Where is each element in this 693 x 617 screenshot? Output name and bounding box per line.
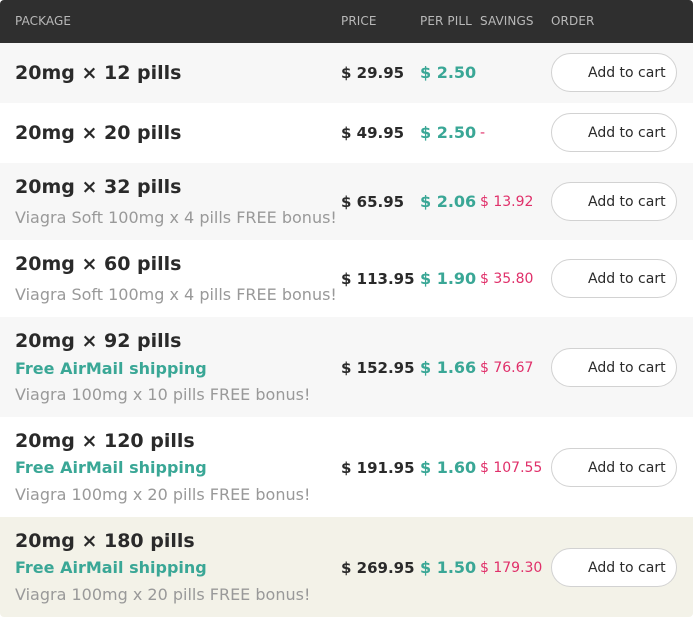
table-row: 20mg × 180 pills Free AirMail shipping V…: [0, 517, 693, 617]
add-to-cart-button[interactable]: Add to cart: [551, 348, 677, 387]
table-row: 20mg × 20 pills $ 49.95 $ 2.50 - Add to …: [0, 103, 693, 163]
price-value: $ 49.95: [341, 124, 405, 142]
bonus-text: Viagra Soft 100mg x 4 pills FREE bonus!: [15, 208, 337, 227]
savings-value: $ 179.30: [480, 560, 543, 576]
table-row: 20mg × 120 pills Free AirMail shipping V…: [0, 417, 693, 517]
header-per-pill: PER PILL: [420, 14, 472, 28]
table-row: 20mg × 92 pills Free AirMail shipping Vi…: [0, 317, 693, 417]
per-pill-value: $ 2.50: [420, 63, 477, 82]
table-row: 20mg × 60 pills Viagra Soft 100mg x 4 pi…: [0, 240, 693, 317]
table-row: 20mg × 32 pills Viagra Soft 100mg x 4 pi…: [0, 163, 693, 240]
savings-value: -: [480, 125, 486, 141]
package-title: 20mg × 12 pills: [15, 62, 182, 84]
header-savings: SAVINGS: [480, 14, 534, 28]
package-title: 20mg × 60 pills: [15, 253, 182, 275]
price-value: $ 29.95: [341, 64, 405, 82]
table-header: PACKAGE PRICE PER PILL SAVINGS ORDER: [0, 0, 693, 43]
shipping-text: Free AirMail shipping: [15, 558, 207, 577]
package-title: 20mg × 92 pills: [15, 330, 182, 352]
price-value: $ 152.95: [341, 359, 415, 377]
bonus-text: Viagra 100mg x 20 pills FREE bonus!: [15, 585, 311, 604]
price-value: $ 65.95: [341, 193, 405, 211]
shipping-text: Free AirMail shipping: [15, 359, 207, 378]
table-row: 20mg × 12 pills $ 29.95 $ 2.50 Add to ca…: [0, 43, 693, 103]
package-title: 20mg × 180 pills: [15, 530, 195, 552]
add-to-cart-button[interactable]: Add to cart: [551, 182, 677, 221]
price-value: $ 113.95: [341, 270, 415, 288]
package-title: 20mg × 20 pills: [15, 122, 182, 144]
bonus-text: Viagra 100mg x 10 pills FREE bonus!: [15, 385, 311, 404]
savings-value: $ 35.80: [480, 271, 534, 287]
add-to-cart-button[interactable]: Add to cart: [551, 448, 677, 487]
savings-value: $ 107.55: [480, 460, 543, 476]
add-to-cart-button[interactable]: Add to cart: [551, 113, 677, 152]
per-pill-value: $ 1.90: [420, 269, 477, 288]
per-pill-value: $ 1.60: [420, 458, 477, 477]
header-package: PACKAGE: [15, 14, 72, 28]
savings-value: $ 13.92: [480, 194, 534, 210]
shipping-text: Free AirMail shipping: [15, 458, 207, 477]
bonus-text: Viagra Soft 100mg x 4 pills FREE bonus!: [15, 285, 337, 304]
price-value: $ 269.95: [341, 559, 415, 577]
header-price: PRICE: [341, 14, 377, 28]
per-pill-value: $ 1.50: [420, 558, 477, 577]
bonus-text: Viagra 100mg x 20 pills FREE bonus!: [15, 485, 311, 504]
per-pill-value: $ 2.06: [420, 192, 477, 211]
package-title: 20mg × 120 pills: [15, 430, 195, 452]
add-to-cart-button[interactable]: Add to cart: [551, 548, 677, 587]
price-value: $ 191.95: [341, 459, 415, 477]
add-to-cart-button[interactable]: Add to cart: [551, 53, 677, 92]
header-order: ORDER: [551, 14, 595, 28]
package-title: 20mg × 32 pills: [15, 176, 182, 198]
pricing-table: PACKAGE PRICE PER PILL SAVINGS ORDER 20m…: [0, 0, 693, 617]
per-pill-value: $ 2.50: [420, 123, 477, 142]
savings-value: $ 76.67: [480, 360, 534, 376]
add-to-cart-button[interactable]: Add to cart: [551, 259, 677, 298]
per-pill-value: $ 1.66: [420, 358, 477, 377]
